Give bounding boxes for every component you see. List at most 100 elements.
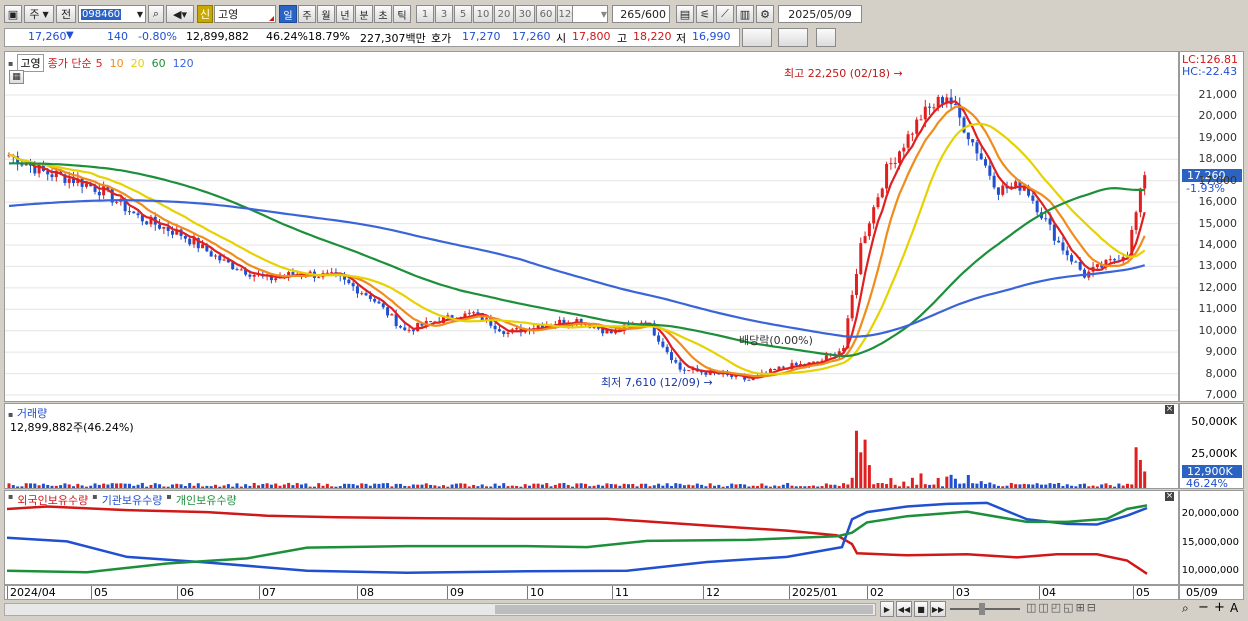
- candle-body: [364, 293, 368, 296]
- volume-bar: [609, 484, 613, 488]
- volume-bar: [218, 486, 222, 488]
- volume-bar: [304, 483, 308, 488]
- volume-bar: [213, 484, 217, 488]
- price-chart-pane[interactable]: ▪ 고영 종가 단순 5 10 20 60 120 ▦ 최고 22,250 (02/18…: [4, 51, 1179, 402]
- x-axis-label: 06: [177, 586, 194, 599]
- volume-bar: [1138, 460, 1142, 488]
- volume-bar: [89, 485, 93, 488]
- font-size-icon[interactable]: A: [1230, 601, 1238, 615]
- volume-chart-pane[interactable]: ▪ 거래량 12,899,882주(46.24%) ×: [4, 403, 1179, 489]
- volume-bar: [1095, 486, 1099, 488]
- open-label: 시: [556, 32, 567, 45]
- volume-bar: [893, 484, 897, 488]
- volume-bar: [295, 483, 299, 488]
- candle-body: [381, 303, 385, 308]
- volume-bar: [377, 483, 381, 488]
- volume-bar: [941, 486, 945, 488]
- volume-bar: [751, 485, 755, 488]
- candle-body: [876, 197, 880, 208]
- ma-legend-item: 5: [95, 56, 103, 70]
- candle-body: [407, 329, 411, 331]
- volume-bar: [162, 486, 166, 488]
- volume-bar: [665, 483, 669, 488]
- price-y-tick: 17,000: [1198, 173, 1238, 187]
- price-y-tick: 9,000: [1205, 345, 1238, 359]
- plus-icon[interactable]: +: [1214, 600, 1225, 615]
- minus-icon[interactable]: −: [1198, 600, 1209, 615]
- volume-bar: [768, 486, 772, 488]
- average-button[interactable]: 평: [816, 28, 836, 74]
- candle-body: [343, 276, 347, 280]
- candle-body: [467, 312, 471, 314]
- volume-bar: [996, 485, 1000, 488]
- volume-bar: [605, 483, 609, 488]
- scrollbar-thumb[interactable]: [495, 605, 873, 614]
- rewind-icon[interactable]: ◀◀: [896, 601, 912, 617]
- volume-bar: [889, 478, 893, 488]
- high-price: 18,220: [633, 30, 672, 43]
- volume-bar: [136, 484, 140, 488]
- volume-bar: [846, 484, 850, 488]
- candle-body: [201, 244, 205, 249]
- ma-legend-item: 10: [109, 56, 124, 70]
- arrow-right-icon: →: [893, 67, 903, 80]
- candle-body: [67, 178, 71, 183]
- volume-bar: [1022, 483, 1026, 488]
- stop-icon[interactable]: ■: [914, 601, 928, 617]
- volume-bar: [644, 483, 648, 488]
- volume-value: 12,899,882: [186, 30, 249, 43]
- volume-bar: [958, 483, 962, 488]
- volume-bar: [773, 485, 777, 488]
- volume-bar: [149, 484, 153, 488]
- zoom-out-icon[interactable]: ⌕: [1182, 601, 1189, 616]
- price-y-tick: 14,000: [1198, 238, 1238, 251]
- candle-body: [657, 335, 661, 342]
- candle-body: [682, 369, 686, 371]
- zoom-slider-handle[interactable]: [979, 603, 985, 615]
- bid-price-2: 17,260: [512, 30, 551, 43]
- volume-bar: [1018, 484, 1022, 488]
- price-y-tick: 21,000: [1198, 88, 1238, 101]
- sell-button[interactable]: 매도: [778, 28, 808, 74]
- candle-body: [145, 221, 149, 225]
- candle-body: [984, 159, 988, 166]
- volume-bar: [614, 484, 618, 488]
- volume-bar: [24, 483, 28, 488]
- candle-body: [1078, 262, 1082, 270]
- volume-bar: [949, 474, 953, 488]
- layout-icons[interactable]: ◫◫◰◱⊞⊟: [1026, 601, 1098, 614]
- candle-body: [1052, 224, 1056, 241]
- close-icon[interactable]: ×: [1165, 492, 1174, 501]
- zoom-slider[interactable]: [950, 608, 1020, 610]
- volume-bar: [287, 482, 291, 488]
- price-legend: ▪ 고영 종가 단순 5 10 20 60 120: [8, 54, 194, 72]
- volume-bar: [394, 483, 398, 488]
- legend-square-icon: ▪: [8, 492, 14, 501]
- candle-body: [1065, 250, 1069, 256]
- volume-bar: [127, 483, 131, 488]
- close-icon[interactable]: ×: [1165, 405, 1174, 414]
- volume-bar: [596, 484, 600, 488]
- candle-body: [872, 207, 876, 224]
- change-arrow-icon: ▼: [66, 30, 74, 41]
- volume-bar: [506, 486, 510, 488]
- holdings-legend-item: 외국인보유수량: [17, 494, 89, 507]
- horizontal-scrollbar[interactable]: [4, 603, 876, 616]
- x-axis-label: 09: [447, 586, 464, 599]
- volume-bar: [764, 485, 768, 488]
- candle-body: [941, 97, 945, 104]
- volume-bar: [7, 483, 11, 488]
- volume-bar: [437, 486, 441, 488]
- candle-body: [183, 235, 187, 239]
- holdings-chart-pane[interactable]: ▪ 외국인보유수량 ▪ 기관보유수량 ▪ 개인보유수량 ×: [4, 490, 1179, 585]
- volume-bar: [979, 481, 983, 488]
- volume-bar: [450, 484, 454, 488]
- volume-bar: [910, 477, 914, 488]
- scroll-right-icon[interactable]: ▶: [880, 601, 894, 617]
- volume-bar: [1125, 483, 1129, 488]
- grid-toggle-icon[interactable]: ▦: [9, 70, 24, 84]
- volume-bar: [166, 486, 170, 488]
- forward-icon[interactable]: ▶▶: [930, 601, 946, 617]
- volume-ratio: 46.24%: [266, 30, 308, 43]
- buy-button[interactable]: 매수: [742, 28, 772, 74]
